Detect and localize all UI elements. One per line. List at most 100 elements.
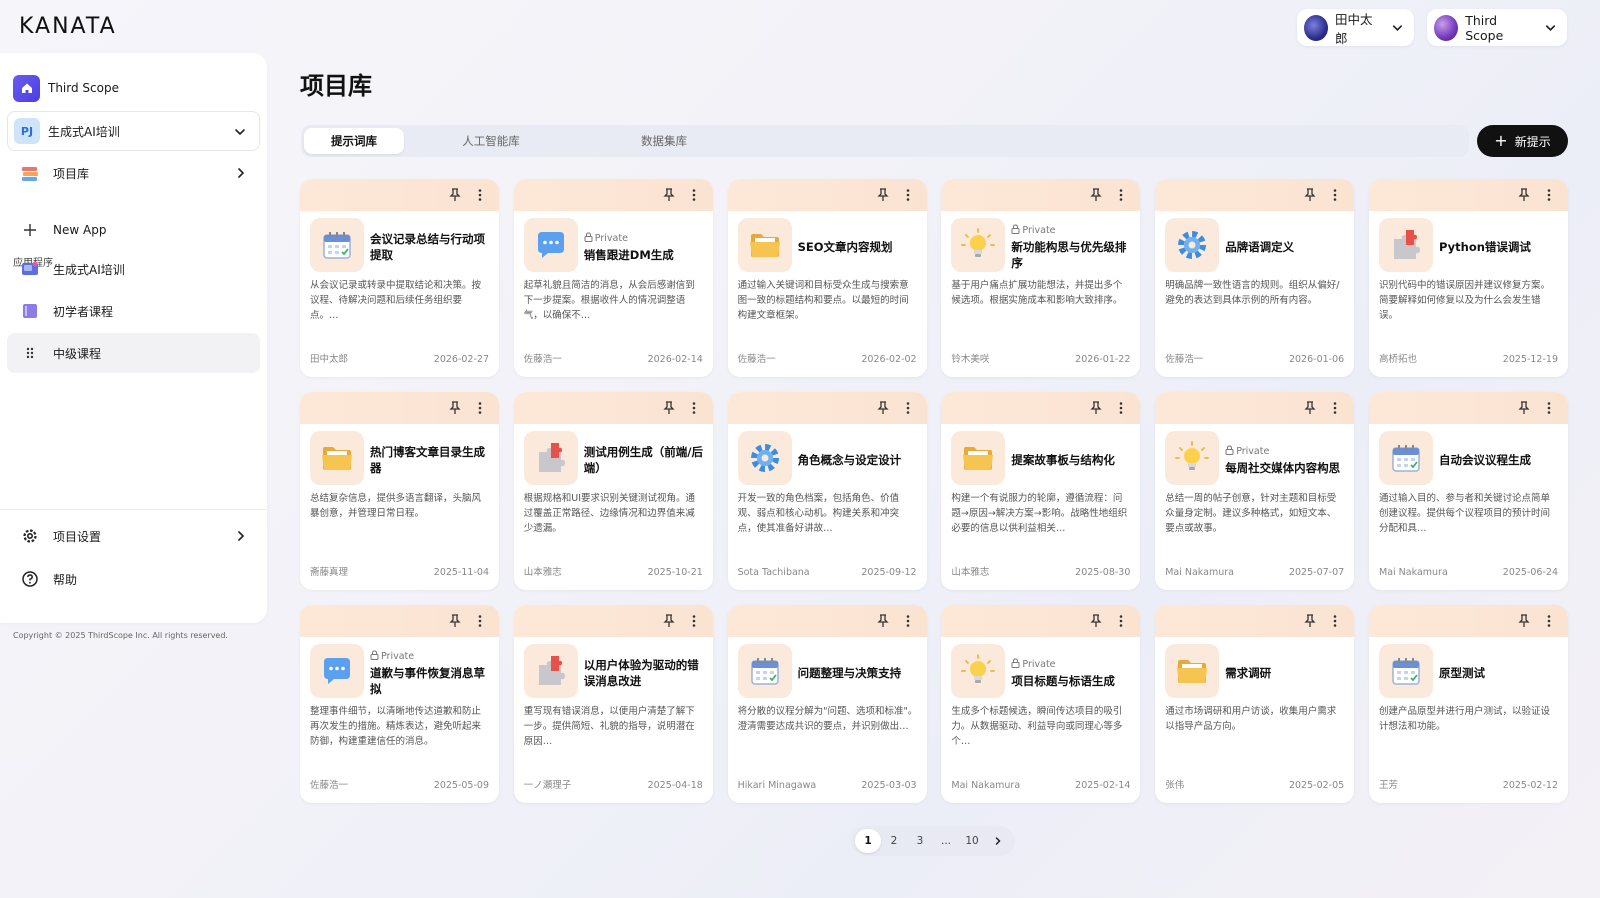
page-button[interactable]: 3 — [907, 829, 933, 853]
chevron-down-icon — [235, 129, 245, 136]
more-options-icon[interactable] — [903, 188, 913, 202]
prompt-card[interactable]: 需求调研 通过市场调研和用户访谈，收集用户需求以指导产品方向。 张伟 2025-02-… — [1155, 605, 1355, 803]
card-title-block: 自动会议议程生成 — [1439, 432, 1561, 488]
app-icon — [19, 258, 41, 280]
new-prompt-button[interactable]: + 新提示 — [1477, 125, 1568, 157]
card-title-block: 以用户体验为驱动的错误消息改进 — [584, 645, 706, 701]
pin-icon[interactable] — [663, 614, 675, 628]
more-options-icon[interactable] — [1116, 188, 1126, 202]
prompt-card[interactable]: 测试用例生成（前端/后端） 根据规格和UI要求识别关键测试视角。通过覆盖正常路径、… — [513, 392, 713, 590]
pin-icon[interactable] — [1304, 401, 1316, 415]
card-author: 一ノ瀬理子 — [523, 780, 572, 791]
prompt-card[interactable]: Private 每周社交媒体内容构思 总结一周的帖子创意，针对主题和目标受众量身定制… — [1155, 392, 1355, 590]
pin-icon[interactable] — [1304, 614, 1316, 628]
more-options-icon[interactable] — [1116, 401, 1126, 415]
library-tabs: 提示词库 人工智能库 数据集库 — [301, 125, 1469, 157]
pin-icon[interactable] — [1090, 401, 1102, 415]
more-options-icon[interactable] — [475, 614, 485, 628]
card-title: 道歉与事件恢复消息草拟 — [370, 665, 485, 696]
prompt-card[interactable]: 会议记录总结与行动项提取 从会议记录或转录中提取结论和决策。按议程、待解决问题和后… — [300, 179, 499, 377]
page-button[interactable]: 2 — [881, 829, 907, 853]
card-author: 王芳 — [1379, 780, 1399, 791]
sidebar-workspace[interactable]: Third Scope — [7, 68, 260, 108]
pin-icon[interactable] — [449, 614, 461, 628]
sidebar-item-settings[interactable]: 项目设置 — [7, 516, 260, 556]
org-switcher[interactable]: Third Scope — [1427, 9, 1567, 46]
prompt-card[interactable]: Private 新功能构思与优先级排序 基于用户痛点扩展功能想法，并提出多个候选项。… — [941, 179, 1141, 377]
more-options-icon[interactable] — [1330, 614, 1340, 628]
sidebar-item-label: 初学者课程 — [53, 304, 114, 319]
prompt-card[interactable]: Private 道歉与事件恢复消息草拟 整理事件细节，以清晰地传达道歉和防止再次发生… — [300, 605, 499, 803]
tab-prompt-library[interactable]: 提示词库 — [304, 128, 404, 154]
pin-icon[interactable] — [1518, 614, 1530, 628]
more-options-icon[interactable] — [689, 614, 699, 628]
more-options-icon[interactable] — [475, 188, 485, 202]
pin-icon[interactable] — [663, 188, 675, 202]
pin-icon[interactable] — [449, 188, 461, 202]
puzzle-icon — [523, 644, 578, 698]
more-options-icon[interactable] — [689, 401, 699, 415]
prompt-card[interactable]: 原型测试 创建产品原型并进行用户测试，以验证设计想法和功能。 王芳 2025-02-1… — [1369, 605, 1568, 803]
user-menu[interactable]: 田中太郎 — [1297, 9, 1414, 46]
card-date: 2025-10-21 — [647, 567, 703, 578]
more-options-icon[interactable] — [1544, 614, 1554, 628]
project-selector[interactable]: PJ 生成式AI培训 — [7, 111, 260, 151]
page-button[interactable]: 1 — [855, 829, 881, 853]
tab-dataset-library[interactable]: 数据集库 — [608, 128, 720, 154]
pin-icon[interactable] — [1090, 188, 1102, 202]
card-title: 会议记录总结与行动项提取 — [370, 232, 485, 262]
more-options-icon[interactable] — [903, 614, 913, 628]
card-title-block: SEO文章内容规划 — [798, 219, 920, 275]
app-logo[interactable]: KANATA — [19, 14, 117, 39]
card-description: 识别代码中的错误原因并建议修复方案。简要解释如何修复以及为什么会发生错误。 — [1379, 280, 1551, 321]
prompt-card[interactable]: 以用户体验为驱动的错误消息改进重写现有错误消息，以便用户清楚了解下一步。提供简短… — [513, 605, 713, 803]
pin-icon[interactable] — [663, 401, 675, 415]
card-date: 2026-01-06 — [1288, 354, 1345, 365]
more-options-icon[interactable] — [1544, 188, 1554, 202]
more-options-icon[interactable] — [903, 401, 913, 415]
pin-icon[interactable] — [1518, 401, 1530, 415]
prompt-card[interactable]: 提案故事板与结构化 构建一个有说服力的轮廓，遵循流程：问题→原因→解决方案→影响。… — [941, 392, 1141, 590]
more-options-icon[interactable] — [1330, 401, 1340, 415]
pin-icon[interactable] — [449, 401, 461, 415]
pin-icon[interactable] — [877, 188, 889, 202]
pin-icon[interactable] — [1304, 188, 1316, 202]
pin-icon[interactable] — [877, 401, 889, 415]
prompt-card[interactable]: Private 项目标题与标语生成 生成多个标题候选，瞬间传达项目的吸引力。从数据驱… — [941, 605, 1141, 803]
sidebar-item-library[interactable]: 项目库 — [7, 153, 260, 193]
prompt-card[interactable]: SEO文章内容规划 通过输入关键词和目标受众生成与搜索意图一致的标题结构和要点。以… — [727, 179, 927, 377]
sidebar-item-help[interactable]: 帮助 — [7, 559, 260, 599]
sidebar-item-beginner[interactable]: 初学者课程 — [7, 291, 260, 331]
prompt-card[interactable]: 问题整理与决策支持 将分散的议程分解为"问题、选项和标准"。澄清需要达成共识的要点… — [727, 605, 927, 803]
card-author: Sota Tachibana — [737, 567, 810, 578]
more-options-icon[interactable] — [1544, 401, 1554, 415]
pin-icon[interactable] — [877, 614, 889, 628]
user-name: 田中太郎 — [1334, 11, 1373, 46]
prompt-card[interactable]: 品牌语调定义 明确品牌一致性语言的规则。组织从偏好/避免的表达到具体示例的所有内容… — [1155, 179, 1355, 377]
prompt-card[interactable]: 自动会议议程生成 通过输入目的、参与者和关键讨论点简单创建议程。提供每个议程项目的… — [1369, 392, 1568, 590]
prompt-card[interactable]: 角色概念与设定设计 开发一致的角色档案，包括角色、价值观、弱点和核心动机。构建关系… — [727, 392, 927, 590]
card-description: 重写现有错误消息，以便用户清楚了解下一步。提供简短、礼貌的指导，说明潜在原因… — [523, 706, 695, 747]
more-options-icon[interactable] — [475, 401, 485, 415]
card-author: 斋藤真理 — [310, 567, 349, 578]
more-options-icon[interactable] — [1330, 188, 1340, 202]
calendar-icon — [737, 644, 792, 698]
sidebar-item-genai-training[interactable]: 生成式AI培训 — [7, 249, 260, 289]
pin-icon[interactable] — [1090, 614, 1102, 628]
more-options-icon[interactable] — [1116, 614, 1126, 628]
pin-icon[interactable] — [1518, 188, 1530, 202]
page-button[interactable]: 10 — [959, 829, 985, 853]
workspace-label: Third Scope — [48, 81, 119, 95]
prompt-card[interactable]: 热门博客文章目录生成器 总结复杂信息，提供多语言翻译，头脑风暴创意，并管理日常日程… — [300, 392, 499, 590]
prompt-card[interactable]: Python错误调试 识别代码中的错误原因并建议修复方案。简要解释如何修复以及为什… — [1369, 179, 1568, 377]
next-page-button[interactable] — [985, 829, 1011, 853]
tab-ai-library[interactable]: 人工智能库 — [435, 128, 547, 154]
card-title: 热门博客文章目录生成器 — [370, 445, 485, 475]
sidebar-item-intermediate[interactable]: 中级课程 — [7, 333, 260, 373]
sidebar-item-new-app[interactable]: New App — [7, 210, 260, 250]
more-options-icon[interactable] — [689, 188, 699, 202]
prompt-card[interactable]: Private 销售跟进DM生成 起草礼貌且简洁的消息，从会后感谢信到下一步提案。根… — [513, 179, 713, 377]
card-title: 测试用例生成（前端/后端） — [583, 445, 703, 475]
card-title: 问题整理与决策支持 — [797, 666, 902, 680]
card-description: 生成多个标题候选，瞬间传达项目的吸引力。从数据驱动、利益导向或同理心等多个… — [951, 706, 1123, 747]
